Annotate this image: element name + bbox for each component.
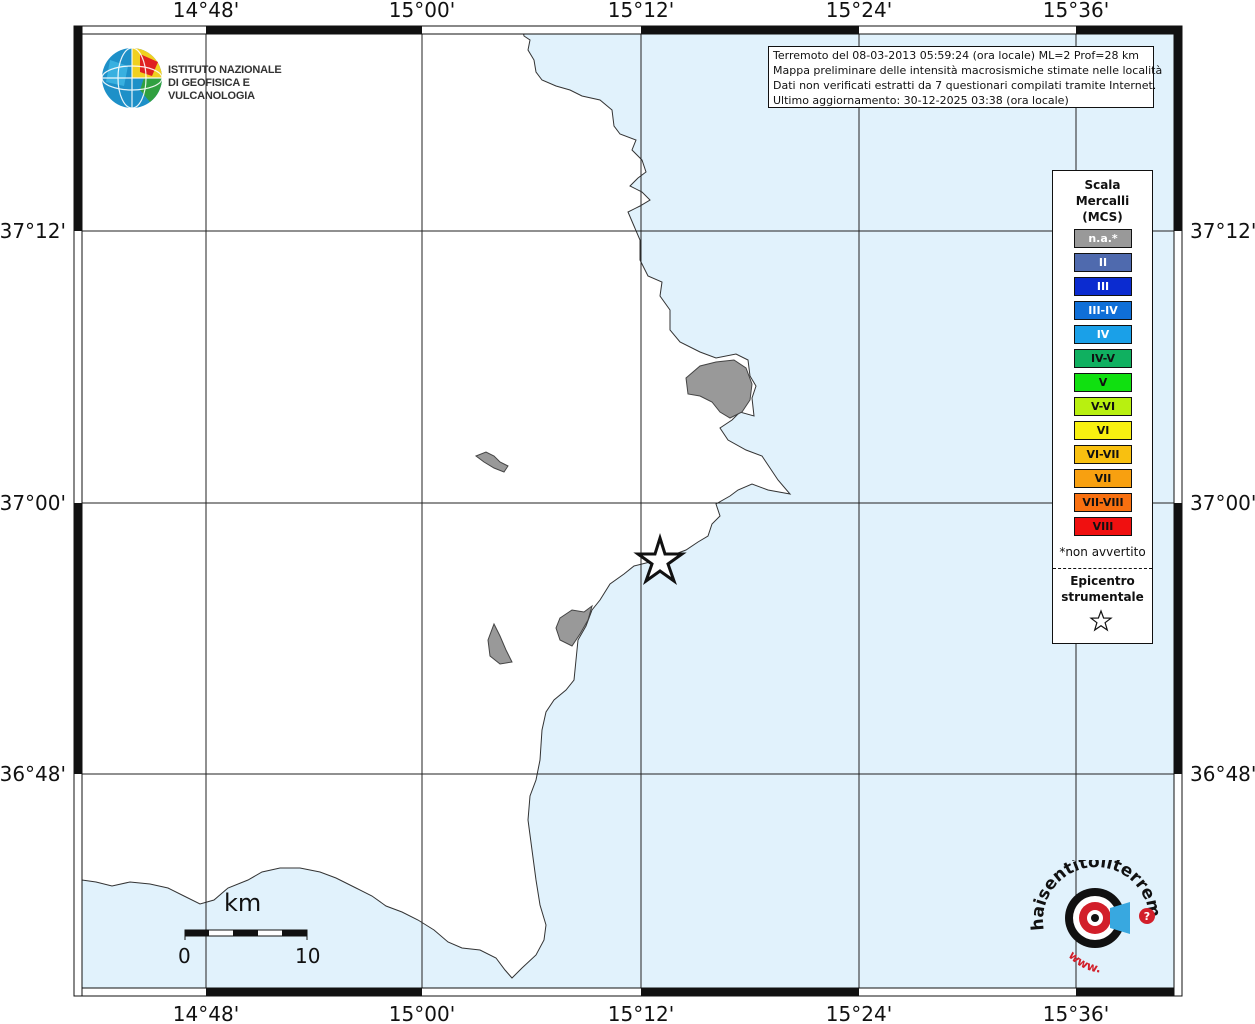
hsit-www-path: www.: [1066, 948, 1102, 976]
legend-item: II: [1074, 253, 1132, 272]
coords-right: 37°12' 37°00' 36°48': [1190, 219, 1255, 786]
legend-item: VI-VII: [1074, 445, 1132, 464]
tick-label-bottom: 14°48': [173, 1002, 239, 1024]
legend-item: III-IV: [1074, 301, 1132, 320]
tick-label-bottom: 15°36': [1043, 1002, 1109, 1024]
info-line-2: Mappa preliminare delle intensità macros…: [773, 64, 1163, 77]
legend-item: VIII: [1074, 517, 1132, 536]
coords-bottom: 14°48' 15°00' 15°12' 15°24' 15°36': [173, 1002, 1109, 1024]
legend-divider: [1053, 568, 1152, 569]
tick-label-left: 37°00': [0, 491, 66, 515]
legend-item: V: [1074, 373, 1132, 392]
scale-start: 0: [178, 944, 191, 968]
legend-epicenter-line1: Epicentro: [1070, 574, 1135, 588]
hsit-logo[interactable]: haisentitoilterremoto.it www. ?: [1030, 860, 1160, 980]
legend-star-icon: [1089, 609, 1113, 632]
tick-label-top: 15°24': [826, 0, 892, 22]
earthquake-info-box: Terremoto del 08-03-2013 05:59:24 (ora l…: [768, 46, 1163, 108]
legend-item: IV-V: [1074, 349, 1132, 368]
ingv-logo: ISTITUTO NAZIONALE DI GEOFISICA E VULCAN…: [98, 46, 328, 112]
info-line-3: Dati non verificati estratti da 7 questi…: [773, 79, 1157, 92]
legend-item: VI: [1074, 421, 1132, 440]
info-line-4: Ultimo aggiornamento: 30-12-2025 03:38 (…: [773, 94, 1069, 107]
tick-label-left: 37°12': [0, 219, 66, 243]
legend-note: *non avvertito: [1059, 545, 1146, 559]
coords-top: 14°48' 15°00' 15°12' 15°24' 15°36': [173, 0, 1109, 22]
legend-item: n.a.*: [1074, 229, 1132, 248]
tick-label-top: 15°00': [389, 0, 455, 22]
legend-title-line1: Scala: [1084, 178, 1121, 192]
legend-epicenter-line2: strumentale: [1061, 590, 1144, 604]
svg-text:?: ?: [1144, 910, 1150, 923]
legend-item: III: [1074, 277, 1132, 296]
tick-label-bottom: 15°24': [826, 1002, 892, 1024]
legend-title-line2: Mercalli: [1075, 194, 1130, 208]
tick-label-top: 15°36': [1043, 0, 1109, 22]
coords-left: 37°12' 37°00' 36°48': [0, 219, 66, 786]
tick-label-top: 15°12': [608, 0, 674, 22]
tick-label-top: 14°48': [173, 0, 239, 22]
ingv-line2: DI GEOFISICA E VULCANOLOGIA: [168, 77, 255, 102]
tick-label-right: 36°48': [1190, 762, 1255, 786]
legend-item: IV: [1074, 325, 1132, 344]
ingv-name: ISTITUTO NAZIONALE DI GEOFISICA E VULCAN…: [168, 64, 328, 103]
hsit-www: www.: [1066, 948, 1102, 976]
legend-title: Scala Mercalli (MCS): [1053, 177, 1152, 225]
tick-label-bottom: 15°12': [608, 1002, 674, 1024]
legend-title-line3: (MCS): [1082, 210, 1123, 224]
scale-unit: km: [224, 889, 262, 917]
legend-item: V-VI: [1074, 397, 1132, 416]
tick-label-bottom: 15°00': [389, 1002, 455, 1024]
legend-epicenter-label: Epicentro strumentale: [1053, 573, 1152, 605]
scale-end: 10: [295, 944, 321, 968]
mcs-legend: Scala Mercalli (MCS) n.a.* II III III-IV IV I…: [1052, 170, 1153, 644]
globe-icon: [101, 47, 163, 109]
tick-label-left: 36°48': [0, 762, 66, 786]
legend-item: VII: [1074, 469, 1132, 488]
legend-item: VII-VIII: [1074, 493, 1132, 512]
info-line-1: Terremoto del 08-03-2013 05:59:24 (ora l…: [773, 49, 1140, 62]
tick-label-right: 37°00': [1190, 491, 1255, 515]
ingv-line1: ISTITUTO NAZIONALE: [168, 64, 282, 76]
tick-label-right: 37°12': [1190, 219, 1255, 243]
